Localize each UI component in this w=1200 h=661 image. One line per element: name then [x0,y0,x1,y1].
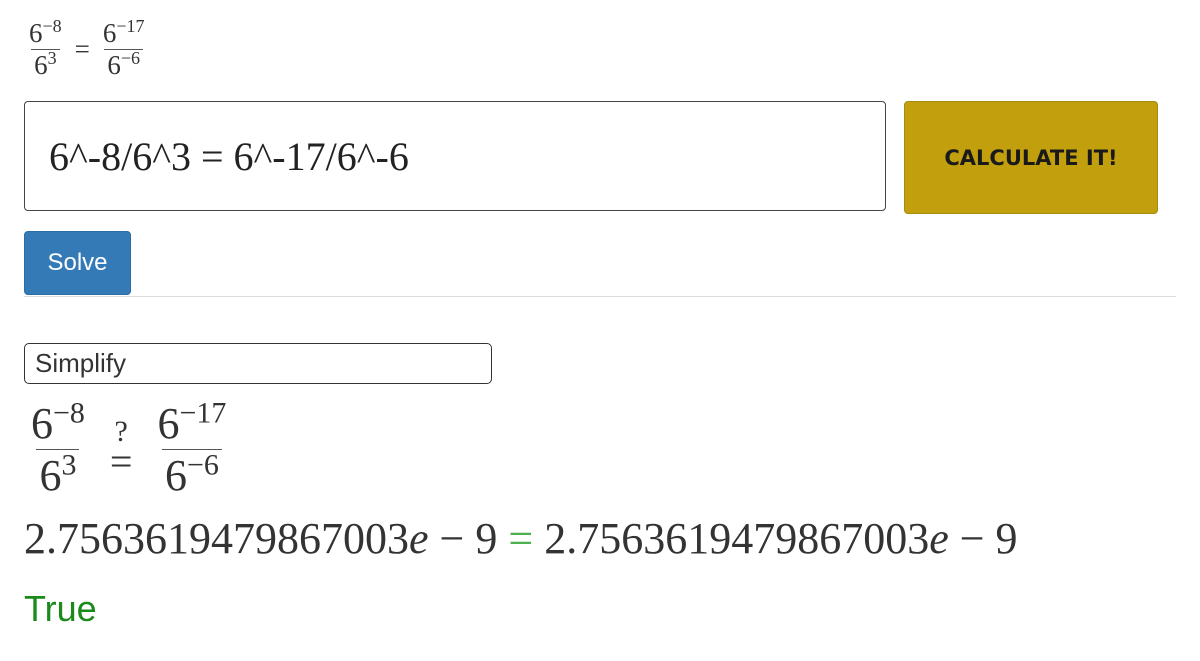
preview-equals: = [74,34,90,64]
result-rhs-numerator: 6−17 [157,396,227,448]
rhs-mantissa: 2.7563619479867003 [533,514,930,563]
equation-input[interactable] [24,101,886,211]
equation-preview: 6−8 63 = 6−17 6−6 [26,16,148,81]
preview-lhs-denominator: 63 [31,49,60,81]
lhs-mantissa: 2.7563619479867003 [24,514,409,563]
numeric-equals: = [508,514,534,563]
preview-rhs-numerator: 6−17 [102,16,145,48]
result-rhs-fraction: 6−17 6−6 [154,398,229,501]
result-equation: 6−8 63 ? = 6−17 6−6 [28,398,229,501]
divider [24,296,1176,297]
questioned-equals: ? = [109,416,133,484]
preview-lhs-numerator: 6−8 [29,16,62,48]
preview-rhs-fraction: 6−17 6−6 [100,16,148,81]
lhs-exponent-tail: − 9 [428,514,509,563]
preview-rhs-denominator: 6−6 [104,49,144,81]
lhs-exponent-e: e [409,514,429,563]
rhs-exponent-e: e [929,514,949,563]
preview-lhs-fraction: 6−8 63 [26,16,65,81]
solve-button[interactable]: Solve [24,231,131,295]
result-rhs-denominator: 6−6 [161,449,222,501]
result-lhs-numerator: 6−8 [31,396,85,448]
calculate-button[interactable]: CALCULATE IT! [904,101,1158,214]
rhs-exponent-tail: − 9 [948,514,1018,563]
numeric-evaluation: 2.7563619479867003e − 9 = 2.756361947986… [24,513,1018,564]
verdict-text: True [24,588,97,629]
result-lhs-fraction: 6−8 63 [28,398,88,501]
result-equals: = [109,438,133,484]
result-lhs-denominator: 63 [36,449,80,501]
method-select[interactable]: Simplify [24,343,492,384]
